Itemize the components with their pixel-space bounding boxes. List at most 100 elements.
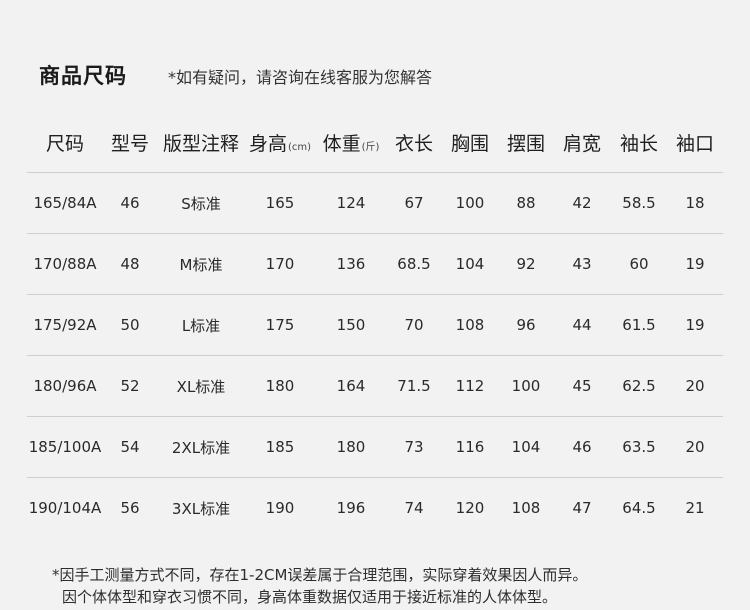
column-header-label: 版型注释 <box>162 132 239 155</box>
table-cell: 20 <box>667 416 723 478</box>
contact-note: *如有疑问，请咨询在线客服为您解答 <box>168 68 433 87</box>
table-cell: 175/92A <box>27 294 103 356</box>
column-header-chest: 胸围 <box>441 112 499 173</box>
table-cell: 92 <box>499 233 553 295</box>
table-cell: 185/100A <box>27 416 103 478</box>
table-cell: 196 <box>315 477 387 538</box>
table-cell: 61.5 <box>611 294 667 356</box>
table-cell: M标准 <box>157 233 245 295</box>
table-cell: 120 <box>441 477 499 538</box>
table-cell: 19 <box>667 233 723 295</box>
table-cell: 170 <box>245 233 315 295</box>
table-cell: 71.5 <box>387 355 441 417</box>
table-cell: 62.5 <box>611 355 667 417</box>
column-header-hem: 摆围 <box>499 112 553 173</box>
table-cell: 58.5 <box>611 172 667 234</box>
table-cell: 170/88A <box>27 233 103 295</box>
table-cell: 68.5 <box>387 233 441 295</box>
table-cell: 56 <box>103 477 157 538</box>
column-header-label: 摆围 <box>506 132 545 155</box>
weight-unit-label: (斤) <box>361 141 380 153</box>
footer-note-2: 因个体体型和穿衣习惯不同，身高体重数据仅适用于接近标准的人体体型。 <box>62 588 558 606</box>
table-cell: 124 <box>315 172 387 234</box>
table-cell: 164 <box>315 355 387 417</box>
table-cell: 104 <box>499 416 553 478</box>
table-row: 175/92A 50 L标准 175 150 70 108 96 44 61.5… <box>27 294 723 356</box>
table-cell: 100 <box>441 172 499 234</box>
column-header-height: 身高(cm) <box>245 112 315 173</box>
column-header-length: 衣长 <box>387 112 441 173</box>
table-cell: 74 <box>387 477 441 538</box>
table-row: 165/84A 46 S标准 165 124 67 100 88 42 58.5… <box>27 172 723 234</box>
table-row: 185/100A 54 2XL标准 185 180 73 116 104 46 … <box>27 416 723 478</box>
table-cell: 96 <box>499 294 553 356</box>
column-header-model: 型号 <box>103 112 157 173</box>
table-cell: 46 <box>103 172 157 234</box>
table-cell: 60 <box>611 233 667 295</box>
table-header-row: 尺码 型号 版型注释 身高(cm) 体重(斤) 衣长 胸围 摆围 肩宽 袖长 袖… <box>27 112 723 173</box>
table-row: 180/96A 52 XL标准 180 164 71.5 112 100 45 … <box>27 355 723 417</box>
column-header-label: 尺码 <box>45 132 84 155</box>
table-cell: 150 <box>315 294 387 356</box>
column-header-label: 体重 <box>322 132 361 155</box>
column-header-label: 身高 <box>248 132 287 155</box>
table-cell: 52 <box>103 355 157 417</box>
table-row: 170/88A 48 M标准 170 136 68.5 104 92 43 60… <box>27 233 723 295</box>
table-cell: 43 <box>553 233 611 295</box>
column-header-label: 衣长 <box>394 132 433 155</box>
table-cell: 47 <box>553 477 611 538</box>
table-cell: 19 <box>667 294 723 356</box>
table-cell: 180/96A <box>27 355 103 417</box>
column-header-label: 袖口 <box>675 132 714 155</box>
table-cell: 20 <box>667 355 723 417</box>
table-cell: 2XL标准 <box>157 416 245 478</box>
column-header-label: 型号 <box>110 132 149 155</box>
size-chart-page: 商品尺码 *如有疑问，请咨询在线客服为您解答 尺码 型号 版型注释 身高(cm)… <box>0 0 750 610</box>
height-unit-label: (cm) <box>287 141 312 153</box>
table-cell: 46 <box>553 416 611 478</box>
table-cell: 63.5 <box>611 416 667 478</box>
page-title: 商品尺码 <box>39 64 127 88</box>
table-cell: XL标准 <box>157 355 245 417</box>
column-header-label: 肩宽 <box>562 132 601 155</box>
table-cell: 108 <box>499 477 553 538</box>
table-cell: 18 <box>667 172 723 234</box>
table-cell: 175 <box>245 294 315 356</box>
table-cell: 116 <box>441 416 499 478</box>
table-cell: 67 <box>387 172 441 234</box>
size-table: 尺码 型号 版型注释 身高(cm) 体重(斤) 衣长 胸围 摆围 肩宽 袖长 袖… <box>27 112 723 538</box>
column-header-fit-note: 版型注释 <box>157 112 245 173</box>
table-cell: S标准 <box>157 172 245 234</box>
table-cell: 3XL标准 <box>157 477 245 538</box>
column-header-label: 胸围 <box>450 132 489 155</box>
table-cell: 70 <box>387 294 441 356</box>
table-cell: L标准 <box>157 294 245 356</box>
table-cell: 45 <box>553 355 611 417</box>
table-row: 190/104A 56 3XL标准 190 196 74 120 108 47 … <box>27 477 723 538</box>
table-cell: 44 <box>553 294 611 356</box>
table-cell: 190/104A <box>27 477 103 538</box>
table-cell: 190 <box>245 477 315 538</box>
table-cell: 100 <box>499 355 553 417</box>
column-header-cuff: 袖口 <box>667 112 723 173</box>
table-cell: 136 <box>315 233 387 295</box>
table-cell: 108 <box>441 294 499 356</box>
table-cell: 180 <box>315 416 387 478</box>
column-header-shoulder: 肩宽 <box>553 112 611 173</box>
table-cell: 54 <box>103 416 157 478</box>
column-header-label: 袖长 <box>619 132 658 155</box>
table-cell: 64.5 <box>611 477 667 538</box>
table-cell: 104 <box>441 233 499 295</box>
table-cell: 88 <box>499 172 553 234</box>
column-header-sleeve-length: 袖长 <box>611 112 667 173</box>
table-cell: 165 <box>245 172 315 234</box>
table-cell: 165/84A <box>27 172 103 234</box>
table-cell: 73 <box>387 416 441 478</box>
table-cell: 185 <box>245 416 315 478</box>
table-cell: 180 <box>245 355 315 417</box>
footer-note-1: *因手工测量方式不同，存在1-2CM误差属于合理范围，实际穿着效果因人而异。 <box>52 566 588 584</box>
table-cell: 42 <box>553 172 611 234</box>
table-cell: 50 <box>103 294 157 356</box>
column-header-weight: 体重(斤) <box>315 112 387 173</box>
table-cell: 21 <box>667 477 723 538</box>
